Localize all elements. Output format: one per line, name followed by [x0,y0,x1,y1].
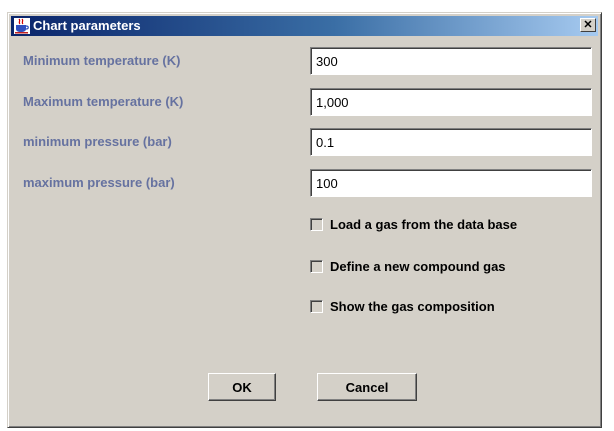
max-pressure-label: maximum pressure (bar) [23,175,175,190]
min-pressure-input[interactable] [310,128,592,156]
show-composition-checkbox[interactable] [310,300,323,313]
max-temperature-input[interactable] [310,88,592,116]
close-icon[interactable]: ✕ [580,18,596,32]
show-composition-label: Show the gas composition [330,299,495,314]
min-temperature-label: Minimum temperature (K) [23,53,181,68]
max-pressure-input[interactable] [310,169,592,197]
max-temperature-label: Maximum temperature (K) [23,94,184,109]
min-pressure-label: minimum pressure (bar) [23,134,172,149]
load-gas-checkbox[interactable] [310,218,323,231]
window-title: Chart parameters [33,18,141,33]
cancel-button[interactable]: Cancel [317,373,417,401]
load-gas-label: Load a gas from the data base [330,217,518,232]
define-gas-label: Define a new compound gas [330,259,506,274]
define-gas-checkbox[interactable] [310,260,323,273]
ok-button[interactable]: OK [208,373,276,401]
java-cup-icon [14,18,30,34]
min-temperature-input[interactable] [310,47,592,75]
title-bar[interactable]: Chart parameters ✕ [11,16,598,36]
chart-parameters-dialog: Chart parameters ✕ Minimum temperature (… [7,12,602,428]
